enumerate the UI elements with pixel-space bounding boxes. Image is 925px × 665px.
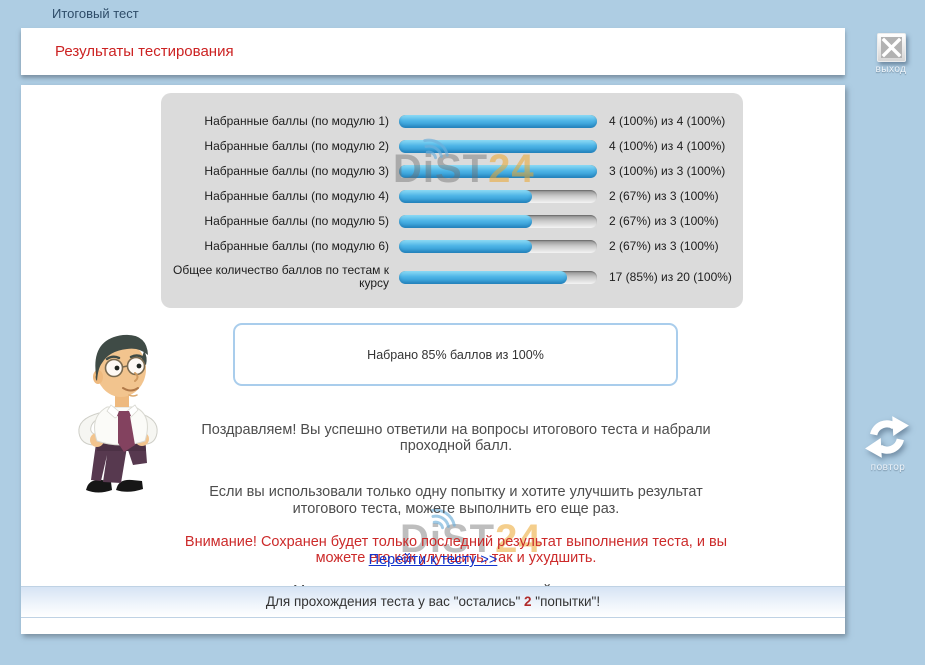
attempts-count: 2 (524, 594, 532, 609)
progress-row: Набранные баллы (по модулю 2) 4 (100%) и… (161, 139, 743, 153)
test-results-page: { "window_title": "Итоговый тест", "head… (0, 0, 925, 665)
progress-label: Общее количество баллов по тестам к курс… (161, 264, 389, 290)
congrats-text: Поздравляем! Вы успешно ответили на вопр… (141, 422, 771, 455)
progress-fill (399, 140, 597, 153)
progress-track (399, 165, 597, 178)
attempts-text-suffix: "попытки"! (532, 594, 601, 609)
exit-button[interactable] (877, 33, 906, 62)
attempts-text-prefix: Для прохождения теста у вас "остались" (266, 594, 524, 609)
progress-track (399, 115, 597, 128)
progress-fill (399, 190, 532, 203)
progress-row: Набранные баллы (по модулю 3) 3 (100%) и… (161, 164, 743, 178)
progress-value: 2 (67%) из 3 (100%) (609, 189, 719, 203)
progress-value: 4 (100%) из 4 (100%) (609, 139, 725, 153)
goto-test-link[interactable]: Перейти к тесту >> (369, 552, 498, 568)
window-title: Итоговый тест (52, 6, 139, 21)
progress-track (399, 215, 597, 228)
page-title: Результаты тестирования (55, 28, 234, 75)
progress-label: Набранные баллы (по модулю 2) (161, 140, 389, 153)
exit-button-label: выход (859, 64, 923, 75)
progress-track (399, 190, 597, 203)
repeat-arrows-icon (863, 413, 911, 461)
progress-fill (399, 240, 532, 253)
retry-info-text: Если вы использовали только одну попытку… (141, 484, 771, 517)
progress-row: Общее количество баллов по тестам к курс… (161, 264, 743, 290)
progress-label: Набранные баллы (по модулю 4) (161, 190, 389, 203)
progress-row: Набранные баллы (по модулю 5) 2 (67%) из… (161, 214, 743, 228)
results-header-bar: Результаты тестирования (21, 28, 845, 75)
progress-value: 4 (100%) из 4 (100%) (609, 114, 725, 128)
progress-fill (399, 165, 597, 178)
progress-value: 2 (67%) из 3 (100%) (609, 239, 719, 253)
progress-value: 2 (67%) из 3 (100%) (609, 214, 719, 228)
repeat-button[interactable] (863, 413, 911, 461)
repeat-button-label: повтор (856, 462, 920, 473)
attempts-remaining-bar: Для прохождения теста у вас "остались" 2… (21, 586, 845, 618)
progress-label: Набранные баллы (по модулю 6) (161, 240, 389, 253)
progress-row: Набранные баллы (по модулю 6) 2 (67%) из… (161, 239, 743, 253)
result-messages: Поздравляем! Вы успешно ответили на вопр… (141, 405, 771, 616)
link-row: Перейти к тесту >> (21, 551, 845, 569)
progress-fill (399, 271, 567, 284)
progress-fill (399, 115, 597, 128)
progress-value: 3 (100%) из 3 (100%) (609, 164, 725, 178)
progress-fill (399, 215, 532, 228)
module-scores-panel: Набранные баллы (по модулю 1) 4 (100%) и… (161, 93, 743, 308)
progress-label: Набранные баллы (по модулю 5) (161, 215, 389, 228)
progress-row: Набранные баллы (по модулю 4) 2 (67%) из… (161, 189, 743, 203)
progress-row: Набранные баллы (по модулю 1) 4 (100%) и… (161, 114, 743, 128)
close-icon (881, 37, 902, 58)
progress-track (399, 140, 597, 153)
score-summary-box: Набрано 85% баллов из 100% (233, 323, 678, 386)
progress-track (399, 271, 597, 284)
results-rows: Набранные баллы (по модулю 1) 4 (100%) и… (161, 114, 743, 290)
progress-label: Набранные баллы (по модулю 1) (161, 115, 389, 128)
progress-track (399, 240, 597, 253)
results-main-panel: Набранные баллы (по модулю 1) 4 (100%) и… (21, 85, 845, 634)
score-summary-text: Набрано 85% баллов из 100% (367, 348, 544, 362)
progress-value: 17 (85%) из 20 (100%) (609, 270, 732, 284)
progress-label: Набранные баллы (по модулю 3) (161, 165, 389, 178)
